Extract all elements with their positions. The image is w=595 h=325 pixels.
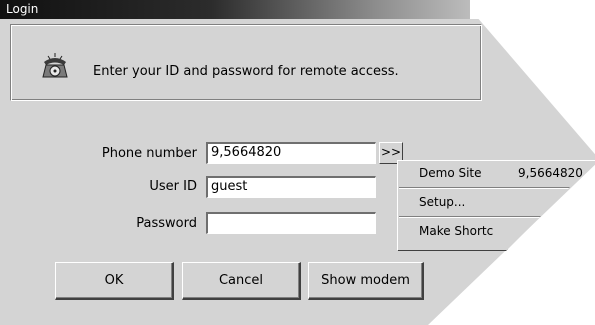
menu-item-demo-site[interactable]: Demo Site bbox=[419, 166, 482, 180]
password-label: Password bbox=[136, 216, 197, 231]
user-id-field[interactable]: guest bbox=[206, 176, 376, 198]
menu-item-make-shortcut[interactable]: Make Shortc bbox=[419, 224, 493, 238]
title-bar: Login bbox=[0, 0, 470, 19]
menu-separator bbox=[399, 187, 595, 189]
menu-item-setup[interactable]: Setup... bbox=[419, 195, 465, 209]
menu-item-demo-site-number[interactable]: 9,5664820 bbox=[518, 166, 583, 180]
telephone-icon bbox=[42, 53, 68, 78]
password-field[interactable] bbox=[206, 212, 376, 234]
show-modem-button[interactable]: Show modem bbox=[308, 262, 424, 300]
phone-dropdown-menu: Demo Site 9,5664820 Setup... Make Shortc bbox=[397, 160, 595, 250]
user-id-label: User ID bbox=[149, 179, 197, 194]
ok-button[interactable]: OK bbox=[55, 262, 174, 300]
window-title: Login bbox=[6, 2, 39, 16]
info-message: Enter your ID and password for remote ac… bbox=[93, 64, 399, 79]
phone-number-label: Phone number bbox=[101, 146, 197, 161]
info-panel bbox=[10, 24, 482, 101]
phone-number-field[interactable]: 9,5664820 bbox=[206, 142, 376, 164]
cancel-button[interactable]: Cancel bbox=[182, 262, 301, 300]
menu-separator bbox=[399, 216, 595, 218]
